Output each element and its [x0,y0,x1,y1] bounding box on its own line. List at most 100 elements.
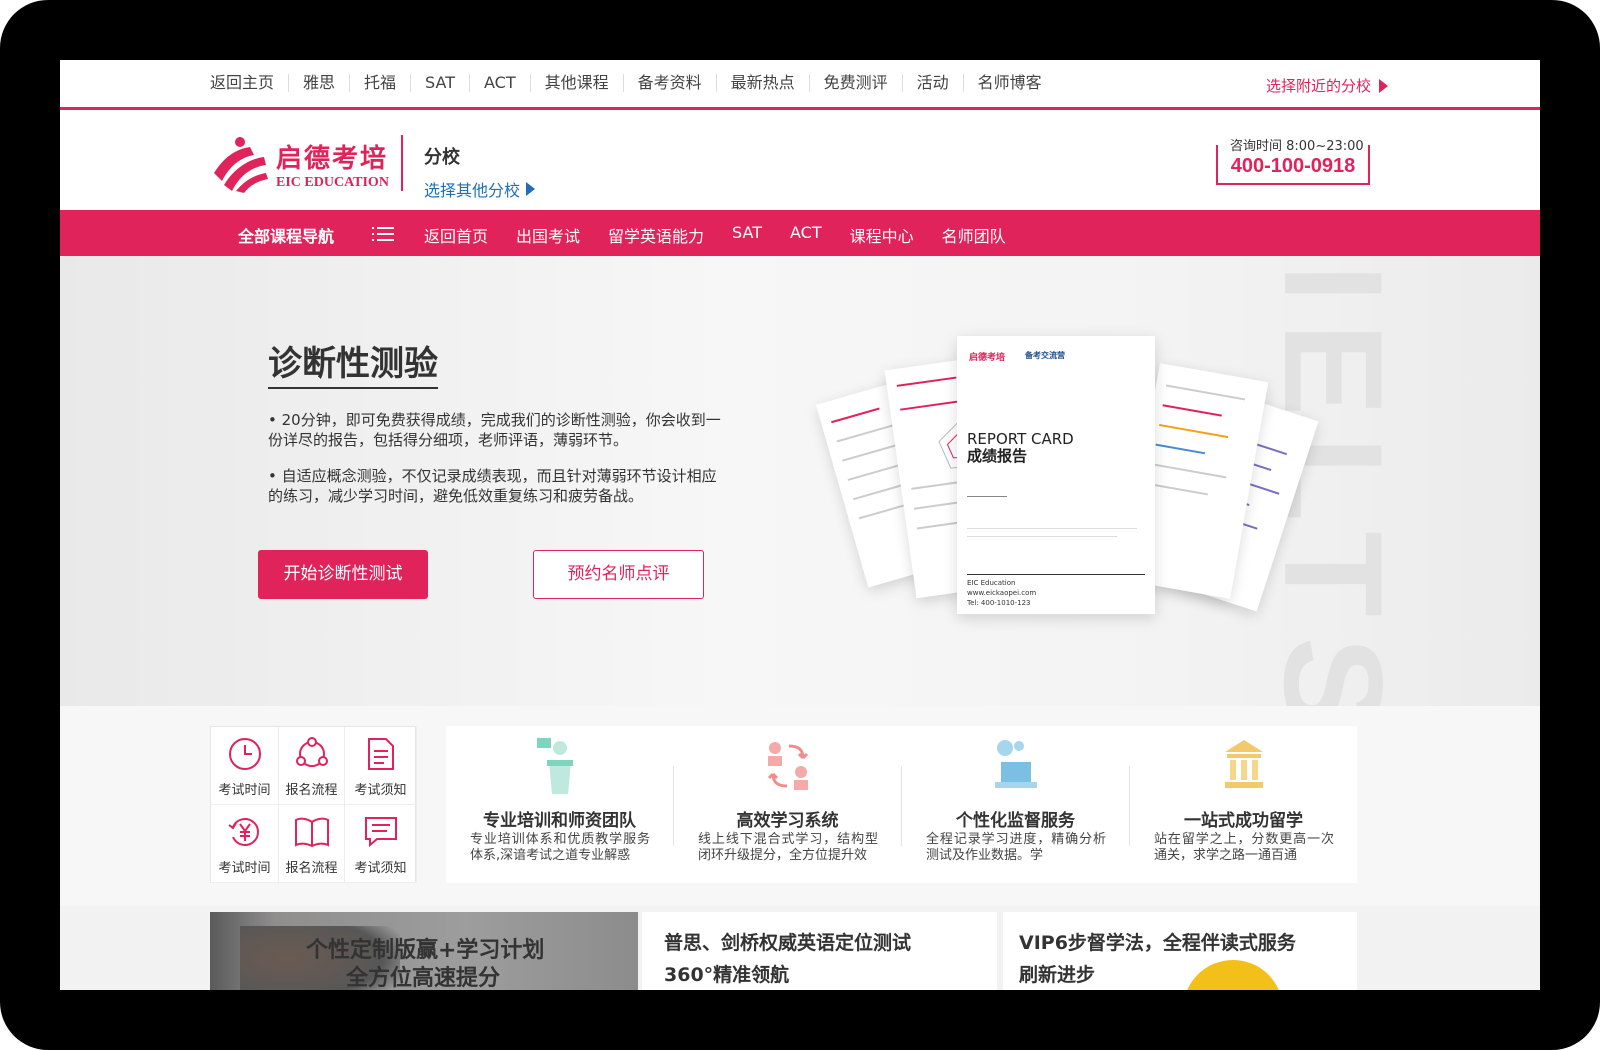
report-card-illustration: 启德考培 备考交流营 REPORT CARD 成绩报告 EIC Educatio… [815,326,1319,626]
top-link-hot-news[interactable]: 最新热点 [715,74,809,92]
feature-title: 个性化监督服务 [956,811,1075,831]
report-title-cn: 成绩报告 [967,447,1028,465]
nav-item-teacher-team[interactable]: 名师团队 [942,223,1006,247]
hotline-hours: 咨询时间 8:00~23:00 [1226,135,1368,154]
nav-item-home[interactable]: 返回首页 [424,223,488,247]
top-bar: 返回主页 雅思 托福 SAT ACT 其他课程 备考资料 最新热点 免费测评 活… [60,60,1540,110]
report-card-main: 启德考培 备考交流营 REPORT CARD 成绩报告 EIC Educatio… [957,336,1155,614]
top-link-sat[interactable]: SAT [410,74,469,92]
all-courses-nav[interactable]: 全部课程导航 [238,223,334,247]
nearby-branch-label: 选择附近的分校 [1265,77,1371,95]
quick-link-label: 考试时间 [218,783,271,798]
nav-item-study-abroad-exams[interactable]: 出国考试 [516,223,580,247]
branch-title: 分校 [424,147,460,168]
institution-building-icon [1224,740,1263,788]
promo-card-title: VIP6步督学法，全程伴读式服务 [1019,932,1296,954]
other-branch-label: 选择其他分校 [424,181,521,200]
top-link-home[interactable]: 返回主页 [210,74,288,92]
arrow-right-icon [1379,78,1388,93]
device-frame: 返回主页 雅思 托福 SAT ACT 其他课程 备考资料 最新热点 免费测评 活… [0,0,1600,1050]
promo-card-study-plan[interactable]: 个性定制版赢+学习计划 全方位高速提分 [210,912,638,990]
branch-selector: 分校 选择其他分校 [424,143,536,201]
quick-link-label: 考试须知 [354,783,407,798]
feature-desc: 专业培训体系和优质教学服务体系,深谙考试之道专业解惑 [470,832,650,863]
monitoring-laptop-icon [994,740,1037,788]
top-link-free-test[interactable]: 免费测评 [808,74,902,92]
promo-card-placement-test[interactable]: 普思、剑桥权威英语定位测试 360°精准领航 [642,912,997,990]
promo-cards-row: 个性定制版赢+学习计划 全方位高速提分 普思、剑桥权威英语定位测试 360°精准… [60,906,1540,990]
quick-link-label: 报名流程 [285,861,338,876]
chat-list-icon [364,817,397,848]
top-link-events[interactable]: 活动 [901,74,963,92]
promo-card-vip-supervision[interactable]: VIP6步督学法，全程伴读式服务 刷新进步 [1003,912,1357,990]
report-footer: EIC Education www.eickaopei.com Tel: 400… [967,574,1145,608]
site-header: 启德考培 EIC EDUCATION 分校 选择其他分校 咨询时间 8:00~2… [60,113,1540,213]
browser-viewport: 返回主页 雅思 托福 SAT ACT 其他课程 备考资料 最新热点 免费测评 活… [60,60,1540,990]
quick-link-registration-2[interactable]: 报名流程 [279,805,345,883]
start-diagnostic-button[interactable]: 开始诊断性测试 [258,550,428,599]
share-cycle-icon [295,737,328,767]
top-link-materials[interactable]: 备考资料 [622,74,716,92]
hero-paragraph-2: • 自适应概念测验，不仅记录成绩表现，而且针对薄弱环节设计相应的练习，减少学习时… [268,467,717,505]
promo-card-subtitle: 全方位高速提分 [346,966,501,990]
features-section: 考试时间 报名流程 考试须知 考试时间 报名流程 考试须知 专业培训和师资团队 … [60,706,1540,906]
quick-link-exam-time[interactable]: 考试时间 [211,727,279,805]
hotline-box: 咨询时间 8:00~23:00 400-100-0918 [1216,135,1370,185]
main-nav-items: 返回首页 出国考试 留学英语能力 SAT ACT 课程中心 名师团队 [424,223,1034,247]
top-link-ielts[interactable]: 雅思 [288,74,349,92]
top-link-toefl[interactable]: 托福 [349,74,410,92]
refund-yen-icon [227,818,259,846]
top-link-act[interactable]: ACT [468,74,530,92]
main-nav: 全部课程导航 返回首页 出国考试 留学英语能力 SAT ACT 课程中心 名师团… [60,210,1540,256]
quick-link-exam-notice[interactable]: 考试须知 [345,727,417,805]
report-footer-org: EIC Education [967,579,1016,587]
nav-item-course-center[interactable]: 课程中心 [850,223,914,247]
clock-icon [228,738,261,770]
feature-card: 高效学习系统 线上线下混合式学习，结构型闭环升级提分，全方位提升效 [674,726,901,883]
feature-desc: 全程记录学习进度，精确分析测试及作业数据。学 [926,832,1106,863]
quick-link-exam-notice-2[interactable]: 考试须知 [345,805,417,883]
nav-item-sat[interactable]: SAT [732,223,762,247]
book-teacher-review-button[interactable]: 预约名师点评 [533,550,704,599]
feature-title: 一站式成功留学 [1184,811,1303,831]
report-title-en: REPORT CARD [967,430,1074,448]
feature-desc: 线上线下混合式学习，结构型闭环升级提分，全方位提升效 [698,832,878,863]
menu-list-icon[interactable] [372,226,394,242]
quick-link-exam-time-2[interactable]: 考试时间 [211,805,279,883]
quick-link-registration[interactable]: 报名流程 [279,727,345,805]
quick-link-label: 考试时间 [218,861,271,876]
feature-desc: 站在留学之上，分数更高一次通关，求学之路一通百通 [1154,832,1334,863]
nav-item-act[interactable]: ACT [790,223,822,247]
arrow-right-icon [526,182,536,196]
logo-english-name: EIC EDUCATION [276,174,389,190]
feature-card: 个性化监督服务 全程记录学习进度，精确分析测试及作业数据。学 [902,726,1129,883]
quick-link-label: 考试须知 [354,861,407,876]
nav-item-english-ability[interactable]: 留学英语能力 [608,223,704,247]
hotline-number[interactable]: 400-100-0918 [1218,155,1368,178]
promo-card-title: 普思、剑桥权威英语定位测试 [664,932,912,954]
feature-title: 高效学习系统 [736,811,839,831]
exchange-people-icon [767,742,808,790]
logo-mark-icon [210,135,270,193]
report-logo: 启德考培 [969,353,1006,363]
report-title: REPORT CARD 成绩报告 [967,431,1074,465]
logo-divider [401,135,403,191]
quick-link-label: 报名流程 [285,783,338,798]
other-branch-link[interactable]: 选择其他分校 [424,177,536,201]
quick-links-grid: 考试时间 报名流程 考试须知 考试时间 报名流程 考试须知 [210,726,417,883]
hero-title: 诊断性测验 [268,336,438,389]
lecturer-icon [536,738,573,794]
top-link-other-courses[interactable]: 其他课程 [529,74,623,92]
open-book-icon [294,817,329,848]
nearby-branch-link[interactable]: 选择附近的分校 [1266,75,1388,96]
top-link-teacher-blog[interactable]: 名师博客 [962,74,1056,92]
site-logo[interactable]: 启德考培 EIC EDUCATION [210,135,389,193]
feature-title: 专业培训和师资团队 [483,811,636,831]
report-partner-logo: 备考交流营 [1025,351,1065,360]
report-footer-site: www.eickaopei.com [967,589,1037,597]
promo-card-subtitle: 刷新进步 [1019,964,1096,986]
document-icon [367,738,394,770]
hero-paragraph-1: • 20分钟，即可免费获得成绩，完成我们的诊断性测验，你会收到一份详尽的报告，包… [268,411,721,449]
hero-banner: IELTS 诊断性测验 • 20分钟，即可免费获得成绩，完成我们的诊断性测验，你… [60,256,1540,706]
features-box: 专业培训和师资团队 专业培训体系和优质教学服务体系,深谙考试之道专业解惑 高效学… [446,726,1357,883]
